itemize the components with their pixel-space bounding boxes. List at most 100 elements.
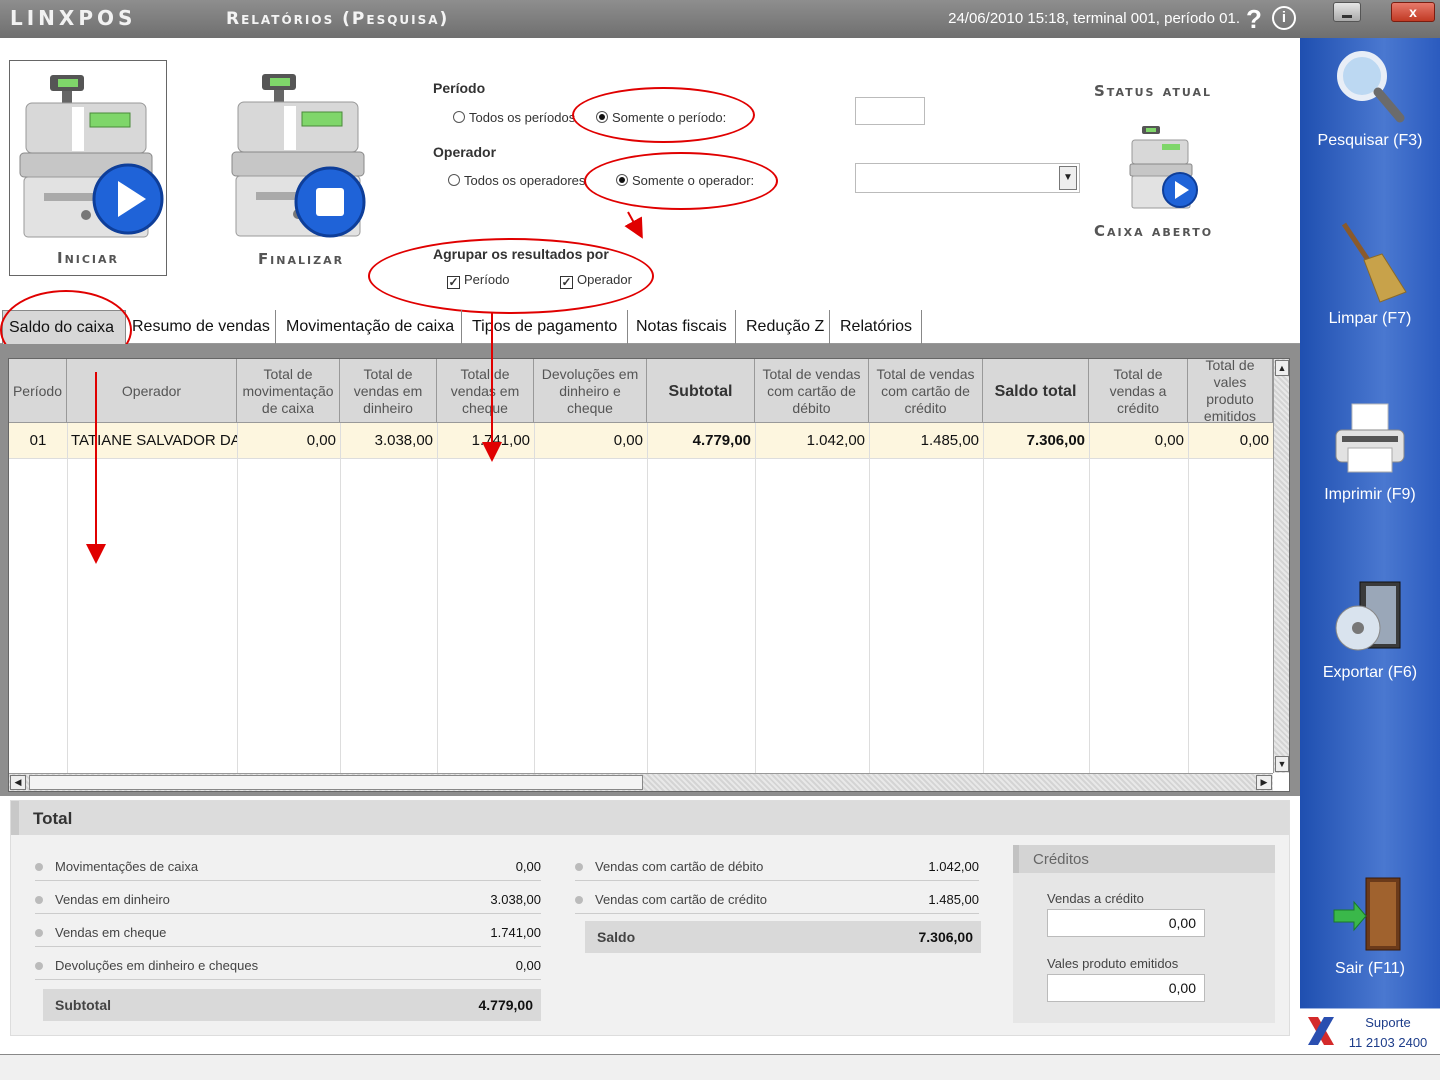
scroll-thumb[interactable] xyxy=(29,775,643,790)
tab-movimentacao-de-caixa[interactable]: Movimentação de caixa xyxy=(280,310,462,344)
periodo-only-radio[interactable]: Somente o período: xyxy=(596,110,726,125)
grid-divider xyxy=(340,423,341,773)
col-cartao-debito[interactable]: Total de vendas com cartão de débito xyxy=(755,359,869,423)
list-item: Devoluções em dinheiro e cheques 0,00 xyxy=(35,954,541,980)
list-item: Movimentações de caixa 0,00 xyxy=(35,855,541,881)
pesquisar-button[interactable]: Pesquisar (F3) xyxy=(1300,46,1440,150)
list-item: Vendas em cheque 1.741,00 xyxy=(35,921,541,947)
suporte-label: Suporte xyxy=(1365,1015,1411,1030)
bullet-icon xyxy=(575,896,583,904)
cell-subtotal: 4.779,00 xyxy=(692,432,751,449)
periodo-all-radio[interactable]: Todos os períodos xyxy=(453,110,575,125)
info-icon[interactable]: i xyxy=(1272,6,1296,30)
grid-divider xyxy=(983,423,984,773)
tab-bar: Saldo do caixa Resumo de vendas Moviment… xyxy=(0,310,1300,344)
scroll-down-icon[interactable]: ▼ xyxy=(1275,756,1289,772)
list-item: Vendas em dinheiro 3.038,00 xyxy=(35,888,541,914)
tab-saldo-do-caixa[interactable]: Saldo do caixa xyxy=(2,310,126,344)
grid-divider xyxy=(755,423,756,773)
sair-button[interactable]: Sair (F11) xyxy=(1300,874,1440,978)
cell-vales-produto: 0,00 xyxy=(1239,432,1269,449)
radio-on-icon xyxy=(616,174,628,186)
col-total-movimentacao[interactable]: Total de movimentação de caixa xyxy=(237,359,340,423)
vales-produto-field: 0,00 xyxy=(1047,974,1205,1002)
col-vales-produto[interactable]: Total de vales produto emitidos xyxy=(1188,359,1273,423)
tab-relatorios[interactable]: Relatórios xyxy=(834,310,922,344)
cell-movimentacao: 0,00 xyxy=(306,432,336,449)
periodo-input[interactable] xyxy=(855,97,925,125)
broom-icon xyxy=(1341,222,1407,303)
title-bar: LINXPOS Relatórios (Pesquisa) 24/06/2010… xyxy=(0,0,1440,38)
vertical-scrollbar[interactable]: ▲ ▼ xyxy=(1273,359,1289,773)
grid-divider xyxy=(67,423,68,773)
check-icon: ✓ xyxy=(560,275,573,289)
col-saldo-total[interactable]: Saldo total xyxy=(983,359,1089,423)
list-item: Vendas com cartão de crédito 1.485,00 xyxy=(575,888,979,914)
grid-divider xyxy=(534,423,535,773)
tab-notas-fiscais[interactable]: Notas fiscais xyxy=(630,310,736,344)
radio-off-icon xyxy=(448,174,460,186)
col-operador[interactable]: Operador xyxy=(67,359,237,423)
operador-all-radio[interactable]: Todos os operadores xyxy=(448,173,585,188)
scroll-up-icon[interactable]: ▲ xyxy=(1275,360,1289,376)
vendas-credito-label: Vendas a crédito xyxy=(1047,891,1144,906)
chevron-down-icon[interactable]: ▼ xyxy=(1059,166,1077,190)
exit-door-icon xyxy=(1333,877,1401,951)
magnifier-icon xyxy=(1337,51,1405,123)
cash-register-stop-icon xyxy=(231,74,366,238)
limpar-button[interactable]: Limpar (F7) xyxy=(1300,220,1440,328)
exportar-button[interactable]: Exportar (F6) xyxy=(1300,578,1440,682)
scroll-left-icon[interactable]: ◀ xyxy=(10,775,26,790)
scroll-right-icon[interactable]: ▶ xyxy=(1256,775,1272,790)
col-devolucoes[interactable]: Devoluções em dinheiro e cheque xyxy=(534,359,647,423)
cell-periodo: 01 xyxy=(29,432,47,449)
status-bar xyxy=(0,1054,1440,1080)
subtotal-row: Subtotal 4.779,00 xyxy=(43,989,541,1021)
action-sidebar: Pesquisar (F3) Limpar (F7) Imprimir (F9)… xyxy=(1300,38,1440,1054)
list-item: Vendas com cartão de débito 1.042,00 xyxy=(575,855,979,881)
bullet-icon xyxy=(35,962,43,970)
cell-operador: TATIANE SALVADOR DA S xyxy=(71,432,237,449)
col-vendas-dinheiro[interactable]: Total de vendas em dinheiro xyxy=(340,359,437,423)
operador-only-radio[interactable]: Somente o operador: xyxy=(616,173,754,188)
grid-divider xyxy=(647,423,648,773)
creditos-header: Créditos xyxy=(1013,845,1275,873)
col-vendas-credito[interactable]: Total de vendas a crédito xyxy=(1089,359,1188,423)
operador-select[interactable]: ▼ xyxy=(855,163,1080,193)
operador-label: Operador xyxy=(433,144,497,160)
col-vendas-cheque[interactable]: Total de vendas em cheque xyxy=(437,359,534,423)
col-cartao-credito[interactable]: Total de vendas com cartão de crédito xyxy=(869,359,983,423)
grid-header: Período Operador Total de movimentação d… xyxy=(9,359,1273,423)
imprimir-button[interactable]: Imprimir (F9) xyxy=(1300,400,1440,504)
finalizar-button[interactable]: Finalizar xyxy=(222,60,380,276)
iniciar-label: Iniciar xyxy=(56,249,120,267)
close-button[interactable]: x xyxy=(1391,2,1435,22)
cell-dinheiro: 3.038,00 xyxy=(374,432,433,449)
cell-saldo-total: 7.306,00 xyxy=(1026,432,1085,449)
status-title: Status atual xyxy=(1094,82,1212,100)
printer-icon xyxy=(1335,403,1405,473)
col-subtotal[interactable]: Subtotal xyxy=(647,359,755,423)
session-status: 24/06/2010 15:18, terminal 001, período … xyxy=(948,10,1240,27)
grid-divider xyxy=(1089,423,1090,773)
saldo-grid: Período Operador Total de movimentação d… xyxy=(8,358,1290,792)
horizontal-scrollbar[interactable]: ◀ ▶ xyxy=(9,773,1273,791)
tab-resumo-de-vendas[interactable]: Resumo de vendas xyxy=(126,310,276,344)
tab-reducao-z[interactable]: Redução Z xyxy=(740,310,830,344)
agrupar-periodo-checkbox[interactable]: ✓ Período xyxy=(447,272,510,289)
saldo-row: Saldo 7.306,00 xyxy=(585,921,981,953)
agrupar-operador-checkbox[interactable]: ✓ Operador xyxy=(560,272,632,289)
cash-register-status-icon xyxy=(1129,126,1198,209)
table-row[interactable]: 01 TATIANE SALVADOR DA S 0,00 3.038,00 1… xyxy=(9,423,1273,459)
bullet-icon xyxy=(575,863,583,871)
iniciar-button[interactable]: Iniciar xyxy=(9,60,167,276)
tab-tipos-de-pagamento[interactable]: Tipos de pagamento xyxy=(466,310,628,344)
minimize-button[interactable] xyxy=(1333,2,1361,22)
bullet-icon xyxy=(35,896,43,904)
help-icon[interactable]: ? xyxy=(1246,4,1262,35)
export-disc-icon xyxy=(1335,581,1401,651)
radio-off-icon xyxy=(453,111,465,123)
col-periodo[interactable]: Período xyxy=(9,359,67,423)
radio-on-icon xyxy=(596,111,608,123)
grid-divider xyxy=(1188,423,1189,773)
